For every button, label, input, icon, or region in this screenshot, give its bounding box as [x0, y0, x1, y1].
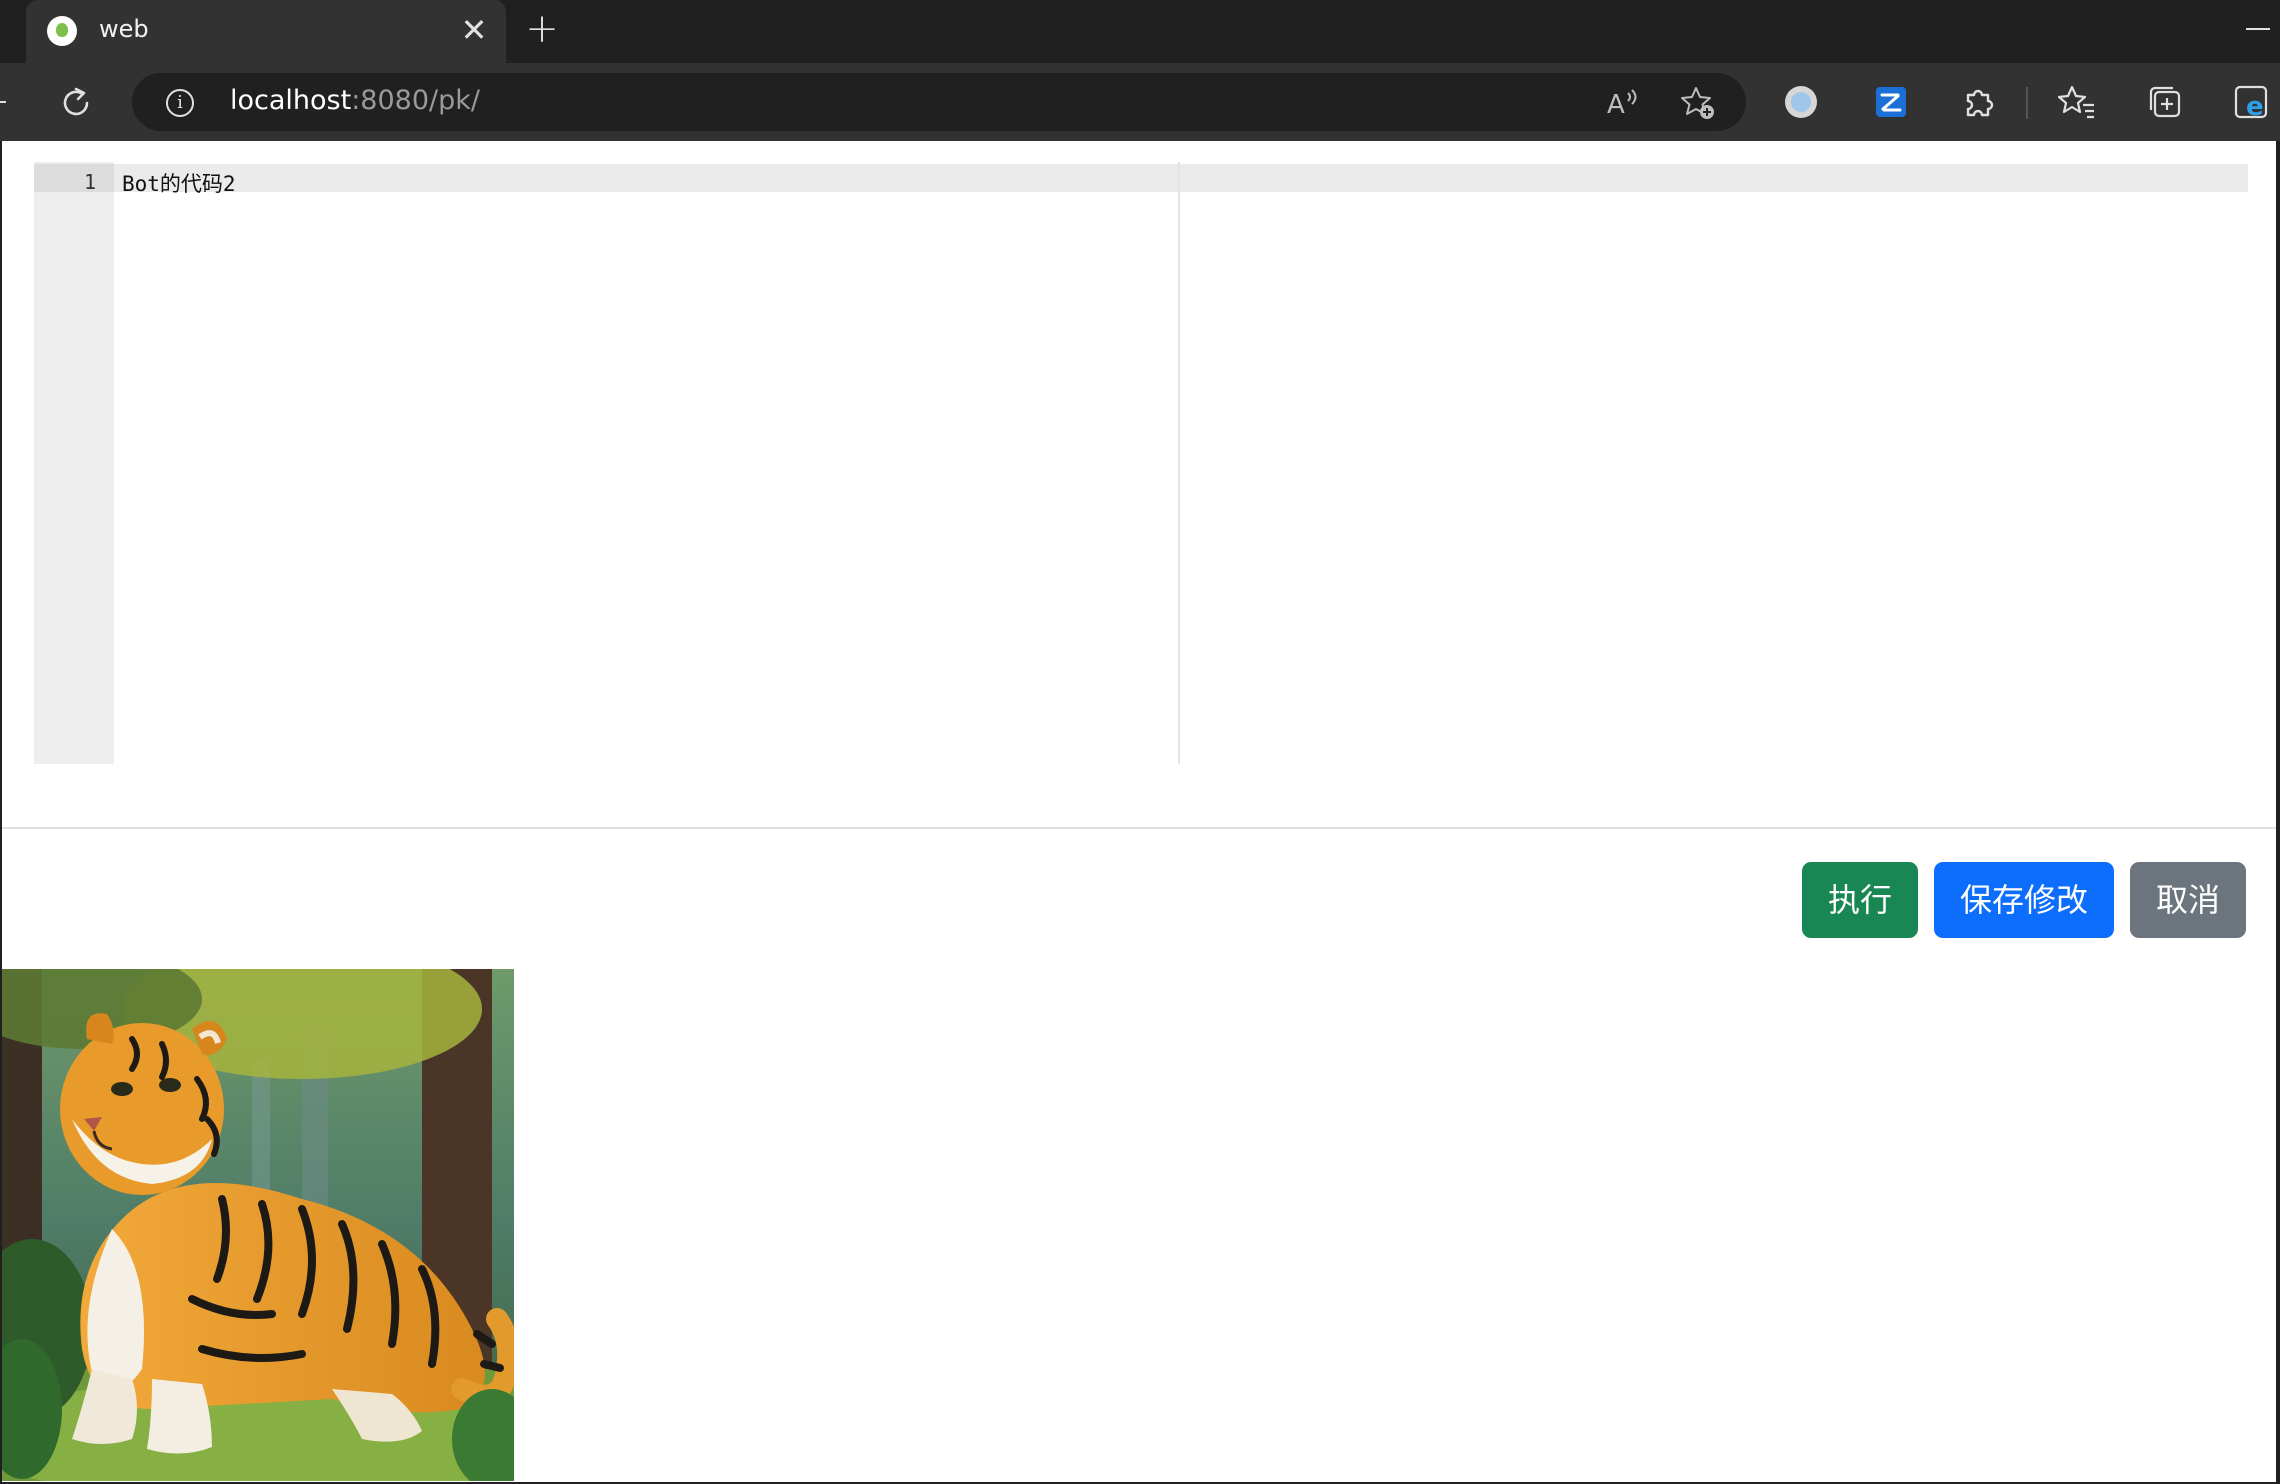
- page-content: 1 Bot的代码2 执行 保存修改 取消: [2, 141, 2276, 1482]
- browser-toolbar: i localhost:8080/pk/ A e: [0, 63, 2280, 141]
- url-text[interactable]: localhost:8080/pk/: [230, 85, 480, 116]
- circle-extension-icon[interactable]: [1780, 81, 1822, 123]
- puzzle-icon[interactable]: [1958, 81, 2000, 123]
- reload-icon[interactable]: [56, 83, 96, 123]
- ie-mode-icon[interactable]: e: [2232, 81, 2274, 123]
- svg-text:A: A: [1607, 90, 1625, 120]
- footer-divider: [2, 827, 2276, 829]
- close-tab-icon[interactable]: ✕: [456, 12, 492, 48]
- back-arrow-icon[interactable]: [0, 101, 6, 103]
- new-tab-button[interactable]: +: [522, 9, 562, 50]
- run-button[interactable]: 执行: [1802, 862, 1918, 938]
- read-aloud-icon[interactable]: A: [1604, 85, 1640, 121]
- favorites-icon[interactable]: [2056, 81, 2098, 123]
- info-icon[interactable]: i: [166, 89, 194, 117]
- toolbar-separator: [2026, 87, 2028, 119]
- tiger-image: [2, 969, 514, 1481]
- save-changes-button[interactable]: 保存修改: [1934, 862, 2114, 938]
- collections-icon[interactable]: [2144, 81, 2186, 123]
- code-editor[interactable]: 1 Bot的代码2: [34, 162, 2248, 764]
- add-favorite-icon[interactable]: [1680, 85, 1716, 121]
- url-host: localhost: [230, 85, 352, 116]
- line-number: 1: [83, 170, 96, 194]
- tab-title: web: [99, 15, 149, 43]
- svg-text:e: e: [2246, 92, 2264, 122]
- app-favicon-icon: [47, 16, 77, 46]
- minimize-window-icon[interactable]: [2246, 28, 2270, 30]
- code-line[interactable]: Bot的代码2: [122, 168, 236, 198]
- address-bar[interactable]: i localhost:8080/pk/ A: [132, 73, 1746, 131]
- active-line-highlight: [34, 164, 2248, 192]
- cancel-button[interactable]: 取消: [2130, 862, 2246, 938]
- url-path: :8080/pk/: [351, 85, 480, 116]
- editor-gutter: [34, 162, 114, 764]
- browser-tab[interactable]: web ✕: [26, 0, 506, 63]
- print-margin: [1178, 162, 1180, 764]
- edit-extension-icon[interactable]: [1870, 81, 1912, 123]
- tab-strip: web ✕ +: [0, 0, 2280, 63]
